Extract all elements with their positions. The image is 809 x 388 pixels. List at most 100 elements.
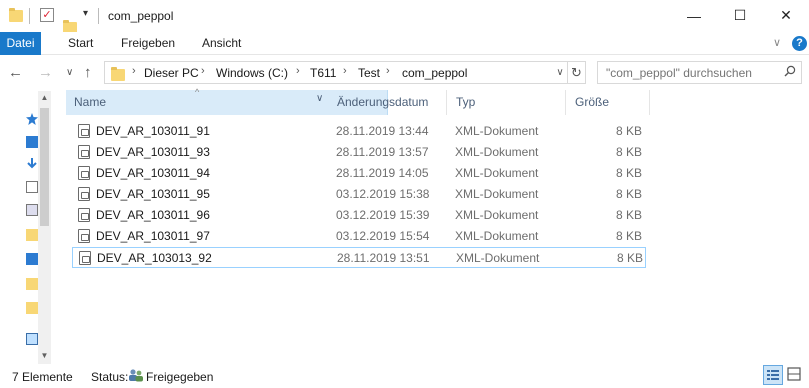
address-bar[interactable]: › Dieser PC › Windows (C:) › T611 › Test… — [104, 61, 568, 84]
documents-icon[interactable] — [26, 181, 38, 193]
sharing-status: Freigegeben — [146, 370, 214, 384]
recent-locations-button[interactable]: ∨ — [66, 67, 73, 78]
xml-file-icon — [78, 208, 90, 222]
file-row[interactable]: DEV_AR_103011_96 03.12.2019 15:39 XML-Do… — [72, 205, 646, 226]
column-date[interactable]: Änderungsdatum — [329, 90, 428, 115]
scroll-down-icon[interactable]: ▼ — [38, 351, 51, 360]
large-icons-view-icon — [787, 367, 801, 381]
tab-start[interactable]: Start — [68, 32, 93, 55]
breadcrumb-separator[interactable]: › — [386, 65, 390, 77]
xml-file-icon — [78, 145, 90, 159]
file-row[interactable]: DEV_AR_103011_91 28.11.2019 13:44 XML-Do… — [72, 121, 646, 142]
xml-file-icon — [78, 124, 90, 138]
back-button[interactable]: ← — [8, 64, 23, 81]
search-box[interactable] — [597, 61, 802, 84]
file-size: 8 KB — [615, 229, 642, 243]
tab-view[interactable]: Ansicht — [202, 32, 241, 55]
up-button[interactable]: ↑ — [84, 64, 92, 81]
file-name[interactable]: DEV_AR_103011_96 — [96, 208, 210, 222]
file-date: 03.12.2019 15:38 — [336, 187, 430, 201]
file-type: XML-Dokument — [455, 187, 539, 201]
file-date: 28.11.2019 14:05 — [336, 166, 429, 180]
pictures-icon[interactable] — [26, 204, 38, 216]
expand-ribbon-icon[interactable]: ∨ — [773, 36, 781, 49]
file-type: XML-Dokument — [455, 208, 539, 222]
column-size[interactable]: Größe — [567, 90, 609, 115]
refresh-button[interactable]: ↻ — [568, 61, 586, 84]
file-size: 8 KB — [616, 251, 643, 265]
breadcrumb-t611[interactable]: T611 — [310, 66, 336, 80]
file-type: XML-Dokument — [455, 124, 539, 138]
breadcrumb-separator[interactable]: › — [296, 65, 300, 77]
shared-users-icon — [129, 369, 143, 382]
search-input[interactable] — [606, 66, 781, 80]
folder-icon[interactable] — [26, 278, 38, 290]
file-name[interactable]: DEV_AR_103011_93 — [96, 145, 210, 159]
file-row[interactable]: DEV_AR_103011_93 28.11.2019 13:57 XML-Do… — [72, 142, 646, 163]
qa-separator — [29, 8, 30, 24]
file-row-focused[interactable]: DEV_AR_103013_92 28.11.2019 13:51 XML-Do… — [72, 247, 646, 268]
title-separator — [98, 8, 99, 24]
file-date: 28.11.2019 13:57 — [336, 145, 429, 159]
qa-dropdown-icon[interactable]: ▾ — [83, 8, 88, 19]
file-date: 03.12.2019 15:39 — [336, 208, 430, 222]
details-view-button[interactable] — [763, 365, 783, 385]
desktop-icon[interactable] — [26, 136, 38, 148]
title-bar: ✓ ▾ com_peppol — ☐ ✕ — [0, 0, 809, 34]
file-type: XML-Dokument — [455, 145, 539, 159]
onedrive-icon[interactable] — [26, 253, 38, 265]
xml-file-icon — [79, 251, 91, 265]
file-name[interactable]: DEV_AR_103011_95 — [96, 187, 210, 201]
status-label: Status: — [91, 370, 129, 384]
quick-access-star-icon[interactable] — [26, 113, 38, 125]
file-date: 28.11.2019 13:51 — [337, 251, 430, 265]
item-count: 7 Elemente — [12, 370, 73, 384]
downloads-icon[interactable] — [26, 158, 38, 170]
column-header-row: Name Änderungsdatum Typ Größe — [58, 90, 650, 115]
file-name[interactable]: DEV_AR_103011_97 — [96, 229, 210, 243]
this-pc-icon[interactable] — [26, 333, 38, 345]
maximize-button[interactable]: ☐ — [717, 0, 763, 31]
file-size: 8 KB — [615, 187, 642, 201]
forward-button[interactable]: → — [38, 64, 53, 81]
file-size: 8 KB — [615, 166, 642, 180]
help-icon[interactable]: ? — [792, 36, 807, 51]
xml-file-icon — [78, 187, 90, 201]
status-bar: 7 Elemente Status: Freigegeben — [0, 364, 809, 388]
tab-share[interactable]: Freigeben — [121, 32, 175, 55]
file-type: XML-Dokument — [455, 166, 539, 180]
file-row[interactable]: DEV_AR_103011_97 03.12.2019 15:54 XML-Do… — [72, 226, 646, 247]
minimize-button[interactable]: — — [671, 0, 717, 31]
folder-icon[interactable] — [26, 302, 38, 314]
breadcrumb-separator[interactable]: › — [132, 65, 136, 77]
breadcrumb-separator[interactable]: › — [343, 65, 347, 77]
file-name[interactable]: DEV_AR_103011_94 — [96, 166, 210, 180]
breadcrumb-this-pc[interactable]: Dieser PC — [144, 66, 199, 80]
breadcrumb-separator[interactable]: › — [201, 65, 205, 77]
column-divider[interactable] — [565, 90, 566, 115]
close-button[interactable]: ✕ — [763, 0, 809, 31]
address-dropdown-icon[interactable]: ∨ — [552, 61, 568, 84]
breadcrumb-drive-c[interactable]: Windows (C:) — [216, 66, 288, 80]
column-divider[interactable] — [446, 90, 447, 115]
file-row[interactable]: DEV_AR_103011_95 03.12.2019 15:38 XML-Do… — [72, 184, 646, 205]
file-name[interactable]: DEV_AR_103011_91 — [96, 124, 210, 138]
folder-icon — [9, 8, 23, 22]
large-icons-view-button[interactable] — [785, 365, 805, 385]
breadcrumb-com-peppol[interactable]: com_peppol — [402, 66, 467, 80]
file-row[interactable]: DEV_AR_103011_94 28.11.2019 14:05 XML-Do… — [72, 163, 646, 184]
search-icon[interactable] — [784, 65, 796, 77]
properties-icon[interactable]: ✓ — [40, 8, 54, 22]
tab-file[interactable]: Datei — [0, 32, 41, 55]
file-date: 28.11.2019 13:44 — [336, 124, 429, 138]
column-filter-dropdown-icon[interactable]: ∨ — [316, 93, 323, 104]
sort-ascending-icon: ^ — [195, 87, 200, 97]
column-type[interactable]: Typ — [448, 90, 475, 115]
breadcrumb-test[interactable]: Test — [358, 66, 380, 80]
xml-file-icon — [78, 166, 90, 180]
column-divider[interactable] — [649, 90, 650, 115]
scroll-up-icon[interactable]: ▲ — [38, 93, 51, 102]
folder-icon[interactable] — [26, 229, 38, 241]
file-name[interactable]: DEV_AR_103013_92 — [97, 251, 212, 265]
nav-pane-scrollbar-thumb[interactable] — [40, 108, 49, 226]
